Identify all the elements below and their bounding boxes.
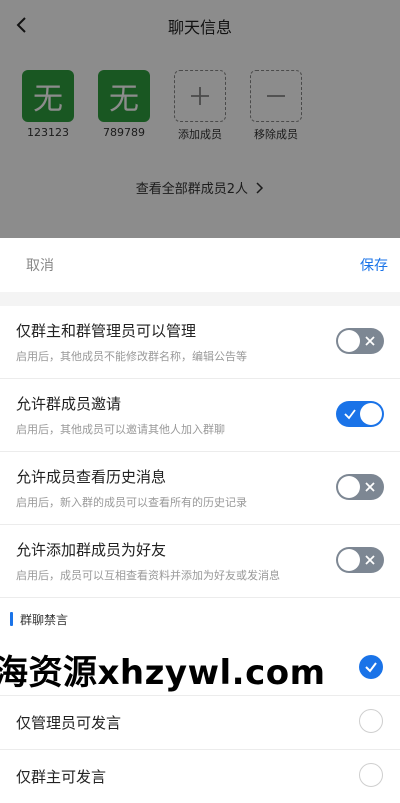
setting-admin-only: 仅群主和群管理员可以管理 启用后，其他成员不能修改群名称，编辑公告等	[0, 306, 400, 379]
mute-section-header: 群聊禁言	[0, 598, 400, 642]
mute-option-all[interactable]: 海资源xhzywl.com	[0, 642, 400, 696]
setting-view-history: 允许成员查看历史消息 启用后，新入群的成员可以查看所有的历史记录	[0, 452, 400, 525]
x-icon	[365, 336, 375, 346]
setting-title: 仅群主和群管理员可以管理	[16, 322, 197, 340]
toggle-knob	[360, 403, 382, 425]
x-icon	[365, 555, 375, 565]
add-friends-toggle[interactable]	[336, 547, 384, 573]
setting-desc: 启用后，其他成员不能修改群名称，编辑公告等	[16, 350, 247, 363]
toggle-knob	[338, 549, 360, 571]
section-title: 群聊禁言	[20, 613, 69, 627]
mute-option-admin[interactable]: 仅管理员可发言	[0, 696, 400, 750]
radio-label: 仅管理员可发言	[16, 714, 122, 732]
setting-desc: 启用后，新入群的成员可以查看所有的历史记录	[16, 496, 247, 509]
radio-unchecked[interactable]	[359, 763, 383, 787]
view-history-toggle[interactable]	[336, 474, 384, 500]
x-icon	[365, 482, 375, 492]
radio-checked[interactable]	[359, 655, 383, 679]
cancel-button[interactable]: 取消	[26, 255, 54, 275]
group-settings-sheet: 取消 保存 仅群主和群管理员可以管理 启用后，其他成员不能修改群名称，编辑公告等…	[0, 238, 400, 803]
setting-desc: 启用后，成员可以互相查看资料并添加为好友或发消息	[16, 569, 280, 582]
sheet-header: 取消 保存	[0, 238, 400, 292]
check-icon	[344, 409, 356, 420]
setting-allow-invite: 允许群成员邀请 启用后，其他成员可以邀请其他人加入群聊	[0, 379, 400, 452]
admin-only-toggle[interactable]	[336, 328, 384, 354]
setting-title: 允许群成员邀请	[16, 395, 122, 413]
toggle-knob	[338, 476, 360, 498]
save-button[interactable]: 保存	[360, 255, 388, 275]
setting-title: 允许成员查看历史消息	[16, 468, 167, 486]
toggle-knob	[338, 330, 360, 352]
radio-unchecked[interactable]	[359, 709, 383, 733]
watermark-text: 海资源xhzywl.com	[0, 653, 326, 693]
setting-add-friends: 允许添加群成员为好友 启用后，成员可以互相查看资料并添加为好友或发消息	[0, 525, 400, 598]
setting-title: 允许添加群成员为好友	[16, 541, 167, 559]
divider	[0, 292, 400, 306]
section-accent-bar	[10, 612, 13, 626]
allow-invite-toggle[interactable]	[336, 401, 384, 427]
setting-desc: 启用后，其他成员可以邀请其他人加入群聊	[16, 423, 225, 436]
radio-label: 仅群主可发言	[16, 768, 107, 786]
check-icon	[365, 662, 377, 673]
mute-option-owner[interactable]: 仅群主可发言	[0, 750, 400, 803]
